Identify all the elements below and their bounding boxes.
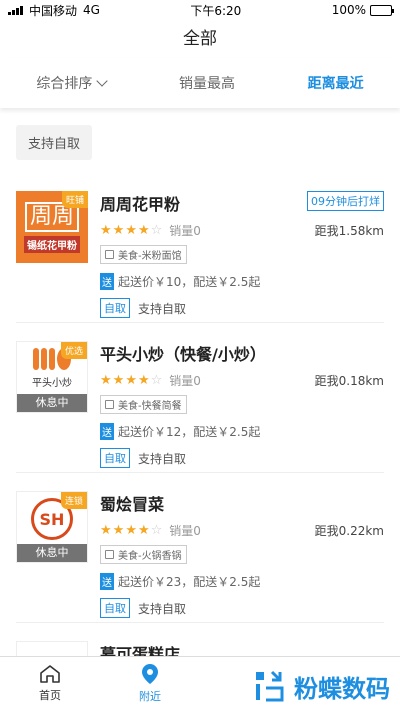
- pickup-tag: 自取: [100, 598, 130, 618]
- nav-home[interactable]: 首页: [0, 664, 100, 703]
- battery-percent: 100%: [331, 3, 366, 17]
- delivery-info: 送 起送价￥12，配送￥2.5起: [100, 423, 261, 440]
- shop-item[interactable]: SH 连锁 休息中 蜀烩冒菜 ★ ★ ★ ★ ☆ 销量0 距我0.22km 美食-火锅香…: [16, 473, 384, 623]
- shop-name: 周周花甲粉: [100, 195, 181, 214]
- chevron-down-icon: [96, 75, 108, 87]
- tab-sort-distance[interactable]: 距离最近: [308, 73, 364, 93]
- rating-stars: ★ ★ ★ ★ ☆ 销量0: [100, 372, 201, 389]
- clock: 下午6:20: [190, 3, 242, 18]
- star-empty-icon: ☆: [150, 523, 163, 538]
- category-tag: 美食-火锅香锅: [100, 545, 187, 564]
- star-icon: ★: [125, 523, 137, 538]
- star-icon: ★: [137, 373, 150, 388]
- network: 4G: [83, 3, 100, 17]
- distance: 距我1.58km: [314, 224, 384, 238]
- delivery-tag: 送: [100, 573, 114, 590]
- star-icon: ★: [125, 223, 137, 238]
- delivery-info: 送 起送价￥10，配送￥2.5起: [100, 273, 261, 290]
- shop-icon: [105, 400, 114, 409]
- delivery-tag: 送: [100, 273, 114, 290]
- star-icon: ★: [137, 223, 150, 238]
- shop-icon: [105, 550, 114, 559]
- distance: 距我0.22km: [314, 524, 384, 538]
- shop-item[interactable]: 周周 锡纸花甲粉 旺铺 周周花甲粉 09分钟后打烊 ★ ★ ★ ★ ☆ 销量0 距我1.…: [16, 173, 384, 323]
- tab-sort-comprehensive[interactable]: 综合排序: [36, 73, 108, 93]
- star-icon: ★: [112, 223, 125, 238]
- sales-count: 销量0: [169, 224, 201, 238]
- sales-count: 销量0: [169, 524, 201, 538]
- sort-tabs: 综合排序 销量最高 距离最近: [0, 58, 400, 108]
- shop-item[interactable]: 平头小炒 优选 休息中 平头小炒（快餐/小炒） ★ ★ ★ ★ ☆ 销量0 距我0.18…: [16, 323, 384, 473]
- rating-stars: ★ ★ ★ ★ ☆ 销量0: [100, 522, 201, 539]
- shop-name: 蜀烩冒菜: [100, 495, 165, 514]
- star-icon: ★: [100, 373, 112, 388]
- location-pin-icon: [142, 664, 158, 684]
- shop-thumbnail: 周周 锡纸花甲粉 旺铺: [16, 191, 88, 263]
- category-tag: 美食-快餐简餐: [100, 395, 187, 414]
- home-icon: [40, 665, 60, 683]
- page-title: 全部: [183, 29, 217, 49]
- tab-sort-sales[interactable]: 销量最高: [179, 73, 235, 93]
- filter-pickup-chip[interactable]: 支持自取: [16, 125, 93, 160]
- category-tag: 美食-米粉面馆: [100, 245, 187, 264]
- carrier: 中国移动: [29, 3, 78, 18]
- pickup-tag: 自取: [100, 448, 130, 468]
- corner-badge: 旺铺: [61, 191, 88, 208]
- corner-badge: 连锁: [60, 492, 87, 509]
- battery-icon: [370, 4, 394, 16]
- status-bar: 中国移动 4G 下午6:20 100%: [0, 0, 400, 20]
- star-icon: ★: [112, 373, 125, 388]
- star-empty-icon: ☆: [150, 373, 163, 388]
- shop-thumbnail: SH 连锁 休息中: [16, 491, 88, 563]
- thumb-logo-text: 平头小炒: [32, 377, 72, 389]
- watermark-logo-icon: [256, 670, 284, 702]
- pickup-tag: 自取: [100, 298, 130, 318]
- thumb-sub-text: 锡纸花甲粉: [24, 235, 80, 253]
- pickup-info: 自取 支持自取: [100, 448, 384, 468]
- star-icon: ★: [100, 223, 112, 238]
- bottom-nav: 首页 附近 粉蝶数码: [0, 656, 400, 710]
- resting-badge: 休息中: [17, 394, 87, 412]
- corner-badge: 优选: [60, 342, 87, 359]
- sales-count: 销量0: [169, 374, 201, 388]
- delivery-tag: 送: [100, 423, 114, 440]
- nav-nearby[interactable]: 附近: [100, 663, 200, 704]
- distance: 距我0.18km: [314, 374, 384, 388]
- star-icon: ★: [125, 373, 137, 388]
- pickup-info: 自取 支持自取: [100, 298, 384, 318]
- delivery-info: 送 起送价￥23，配送￥2.5起: [100, 573, 261, 590]
- star-icon: ★: [100, 523, 112, 538]
- shop-list: 周周 锡纸花甲粉 旺铺 周周花甲粉 09分钟后打烊 ★ ★ ★ ★ ☆ 销量0 距我1.…: [0, 173, 400, 683]
- star-icon: ★: [112, 523, 125, 538]
- pickup-info: 自取 支持自取: [100, 598, 384, 618]
- resting-badge: 休息中: [17, 544, 87, 562]
- closing-tag: 09分钟后打烊: [307, 191, 384, 211]
- signal-icon: [8, 5, 23, 15]
- shop-thumbnail: 平头小炒 优选 休息中: [16, 341, 88, 413]
- watermark: 粉蝶数码: [252, 668, 390, 704]
- star-icon: ★: [137, 523, 150, 538]
- shop-icon: [105, 250, 114, 259]
- rating-stars: ★ ★ ★ ★ ☆ 销量0: [100, 222, 201, 239]
- shop-name: 平头小炒（快餐/小炒）: [100, 345, 266, 364]
- star-empty-icon: ☆: [150, 223, 163, 238]
